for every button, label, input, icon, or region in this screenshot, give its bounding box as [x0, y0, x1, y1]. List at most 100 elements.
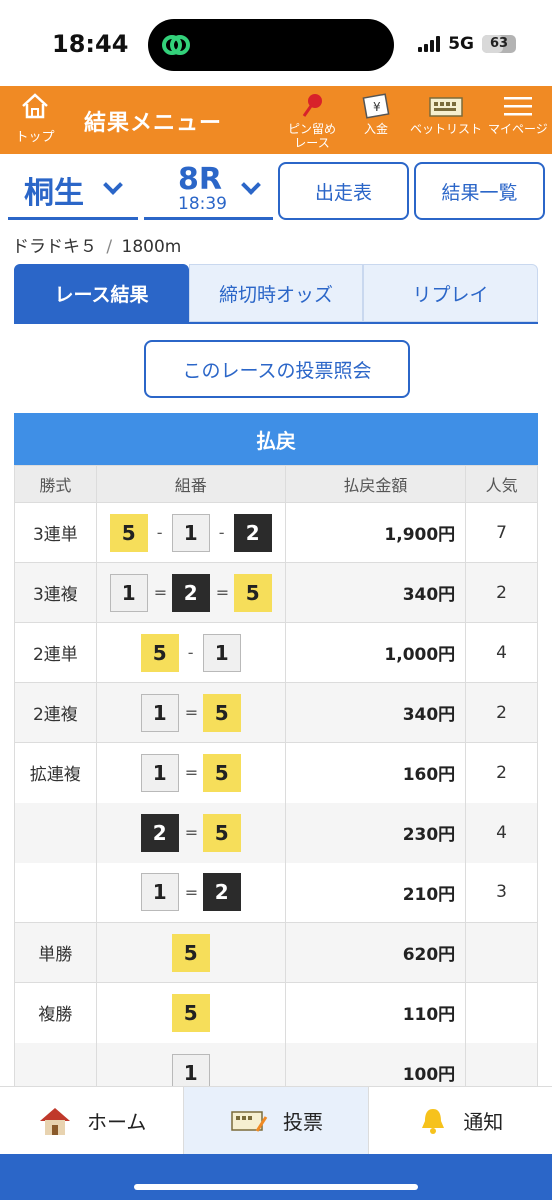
pin-race-button[interactable]: ピン留め レース [288, 92, 336, 150]
bet-type: 2連単 [14, 622, 97, 683]
boat-number-box: 5 [140, 633, 179, 672]
table-row: 3連複 1 = 2 = 5 340円 2 [14, 562, 538, 623]
boat-number-box: 5 [202, 813, 241, 852]
deposit-button[interactable]: ¥ 入金 [360, 92, 392, 136]
deposit-icon: ¥ [362, 93, 390, 119]
table-row: 2 = 5 230円 4 [14, 802, 538, 863]
table-row: 2連複 1 = 5 340円 2 [14, 682, 538, 743]
table-row: 拡連複 1 = 5 160円 2 [14, 742, 538, 803]
combination-boxes: 1 = 5 [140, 753, 241, 792]
popularity: 7 [465, 502, 538, 563]
payout-amount: 160円 [284, 742, 467, 803]
table-row: 単勝 5 620円 [14, 922, 538, 983]
status-bar: 18:44 5G 63 [0, 0, 552, 86]
house-icon [39, 1107, 70, 1135]
betlist-label: ベットリスト [410, 122, 483, 136]
signal-icon [418, 36, 441, 52]
combination: 5 [95, 982, 286, 1043]
vote-inquiry-button[interactable]: このレースの投票照会 [144, 340, 410, 398]
nav-notifications[interactable]: 通知 [369, 1087, 552, 1154]
pin-icon [302, 94, 322, 117]
boat-number-box: 1 [140, 873, 179, 912]
tab-race-result[interactable]: レース結果 [14, 264, 189, 322]
boat-number-box: 1 [140, 753, 179, 792]
boat-number-box: 5 [171, 993, 210, 1032]
combination: 1 = 2 [95, 862, 286, 923]
status-indicators: 5G 63 [418, 34, 516, 54]
combination-boxes: 5 [171, 993, 210, 1032]
combination-separator: = [153, 583, 168, 602]
payout-section-title: 払戻 [14, 413, 538, 465]
home-icon [22, 93, 48, 119]
combination-boxes: 1 = 2 = 5 [109, 573, 272, 612]
boat-number-box: 1 [140, 693, 179, 732]
table-row: 複勝 5 110円 [14, 982, 538, 1043]
boat-number-box: 1 [171, 513, 210, 552]
chevron-down-icon [241, 175, 261, 195]
entry-list-button[interactable]: 出走表 [278, 162, 409, 220]
popularity: 2 [465, 682, 538, 743]
popularity: 4 [465, 622, 538, 683]
combination-boxes: 5 [171, 933, 210, 972]
race-info-separator: / [106, 237, 113, 257]
app-header: トップ 結果メニュー ピン留め レース ¥ 入金 ベットリスト マイページ [0, 86, 552, 154]
boat-number-box: 5 [202, 753, 241, 792]
results-list-button[interactable]: 結果一覧 [414, 162, 545, 220]
bottom-nav: ホーム 投票 通知 [0, 1086, 552, 1154]
boat-number-box: 2 [202, 873, 241, 912]
table-row: 3連単 5-1-2 1,900円 7 [14, 502, 538, 563]
payout-amount: 210円 [284, 862, 467, 923]
combination-separator: = [215, 583, 230, 602]
payout-amount: 620円 [284, 922, 467, 983]
race-distance: 1800m [121, 237, 182, 257]
top-button[interactable]: トップ [8, 92, 62, 145]
combination-boxes: 1 = 2 [140, 873, 241, 912]
header-combo: 組番 [95, 465, 286, 503]
popularity [465, 982, 538, 1043]
race-selector[interactable]: 8R 18:39 [144, 160, 273, 220]
clock: 18:44 [52, 30, 129, 58]
combination: 2 = 5 [95, 802, 286, 863]
bet-type: 3連複 [14, 562, 97, 623]
svg-text:¥: ¥ [373, 100, 381, 114]
chevron-down-icon [103, 175, 123, 195]
nav-home-label: ホーム [86, 1110, 147, 1134]
tab-replay[interactable]: リプレイ [363, 264, 538, 322]
combination: 1 = 2 = 5 [95, 562, 286, 623]
payout-amount: 110円 [284, 982, 467, 1043]
race-time: 18:39 [178, 194, 227, 214]
boat-number-box: 5 [171, 933, 210, 972]
venue-selector[interactable]: 桐生 [8, 160, 138, 220]
network-label: 5G [448, 34, 474, 54]
payout-table: 勝式 組番 払戻金額 人気 3連単 5-1-2 1,900円 7 3連複 1 = 2 = 5 340… [14, 465, 538, 1103]
combination: 1 = 5 [95, 742, 286, 803]
mypage-label: マイページ [488, 122, 548, 136]
combination: 1 = 5 [95, 682, 286, 743]
header-type: 勝式 [14, 465, 97, 503]
boat-number-box: 1 [109, 573, 148, 612]
boat-number-box: 2 [171, 573, 210, 612]
table-header-row: 勝式 組番 払戻金額 人気 [14, 465, 538, 503]
dynamic-island [148, 19, 394, 71]
nav-vote[interactable]: 投票 [184, 1087, 369, 1154]
payout-amount: 1,900円 [284, 502, 467, 563]
nav-vote-label: 投票 [282, 1110, 323, 1134]
home-indicator [134, 1184, 418, 1190]
combination-separator: = [184, 823, 199, 842]
bet-type [14, 802, 97, 863]
race-name: ドラドキ５ [12, 237, 97, 257]
nav-home[interactable]: ホーム [0, 1087, 185, 1154]
home-indicator-bar [0, 1154, 552, 1200]
table-row: 2連単 5-1 1,000円 4 [14, 622, 538, 683]
tab-closing-odds[interactable]: 締切時オッズ [189, 264, 363, 322]
combination-boxes: 5-1 [140, 633, 241, 672]
betlist-button[interactable]: ベットリスト [410, 92, 482, 136]
combination: 5 [95, 922, 286, 983]
boat-number-box: 5 [109, 513, 148, 552]
menu-icon [503, 97, 532, 116]
bet-type [14, 862, 97, 923]
combination-separator: - [187, 643, 194, 662]
bet-type: 複勝 [14, 982, 97, 1043]
popularity: 2 [465, 562, 538, 623]
mypage-button[interactable]: マイページ [488, 92, 548, 136]
